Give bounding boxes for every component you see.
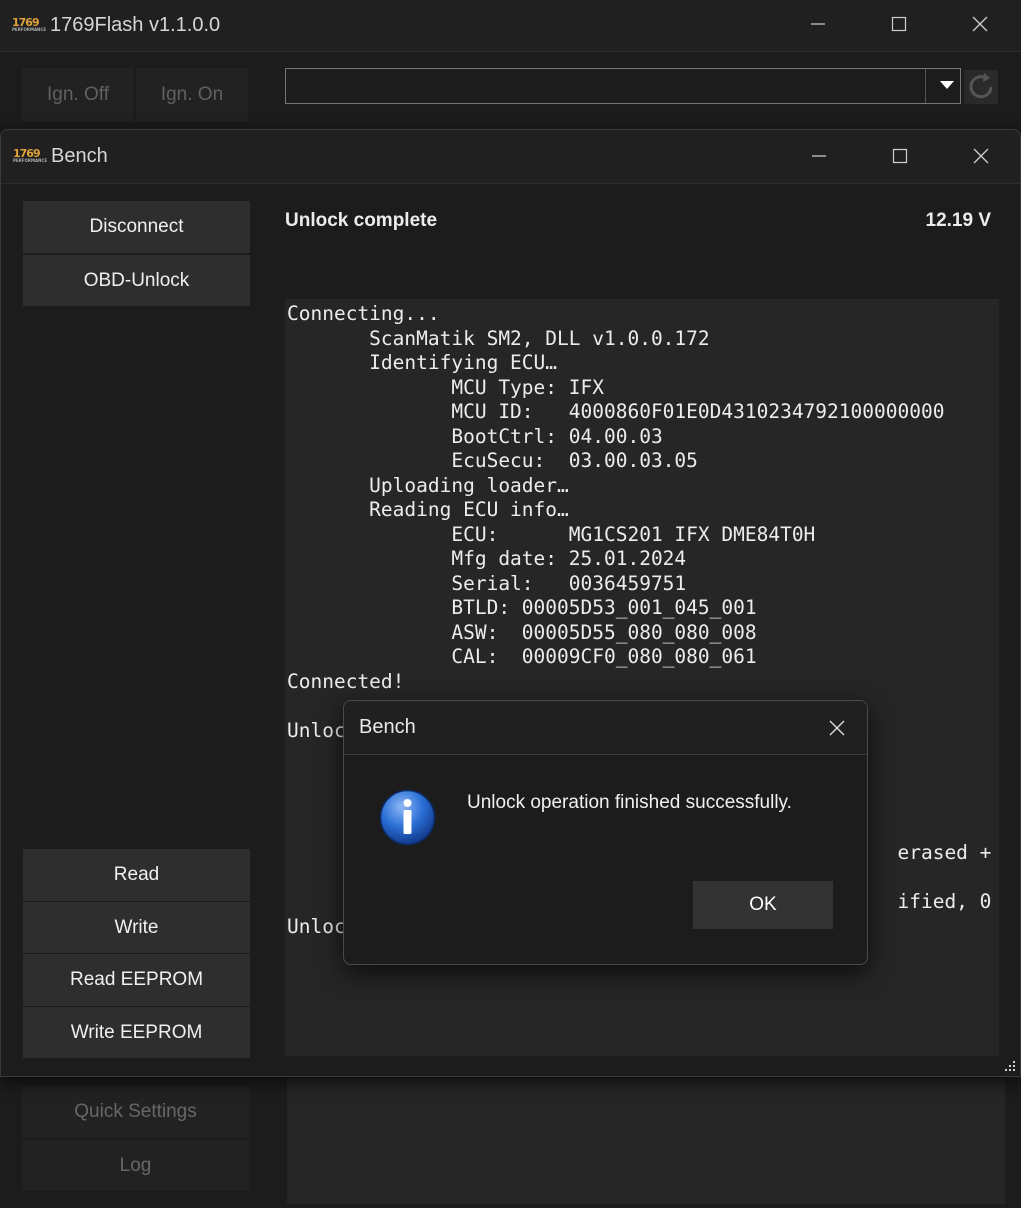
log-line: BootCtrl: 04.00.03: [287, 424, 663, 448]
ign-on-button[interactable]: Ign. On: [136, 68, 248, 122]
dialog-title: Bench: [359, 716, 416, 738]
log-line: Uploading loader…: [287, 473, 569, 497]
ok-button[interactable]: OK: [693, 881, 833, 929]
bench-titlebar[interactable]: 1769 PERFORMANCE Bench: [1, 130, 1020, 184]
refresh-icon[interactable]: [964, 70, 998, 104]
log-line: BTLD: 00005D53_001_045_001: [287, 596, 757, 619]
dialog-message: Unlock operation finished successfully.: [467, 792, 792, 813]
log-line: ScanMatik SM2, DLL v1.0.0.172: [287, 326, 710, 350]
read-eeprom-button[interactable]: Read EEPROM: [23, 954, 250, 1006]
bench-close-button[interactable]: [951, 138, 1011, 174]
bench-maximize-button[interactable]: [870, 138, 930, 174]
logo-subtext: PERFORMANCE: [12, 27, 47, 32]
log-line: EcuSecu: 03.00.03.05: [287, 449, 698, 472]
log-button[interactable]: Log: [22, 1140, 249, 1191]
device-select-divider: [925, 69, 926, 103]
ign-off-button[interactable]: Ign. Off: [22, 68, 134, 122]
main-titlebar[interactable]: 1769 PERFORMANCE 1769Flash v1.1.0.0: [0, 0, 1021, 52]
close-icon: [973, 148, 989, 164]
dropdown-arrow-icon: [940, 81, 954, 89]
quick-settings-button[interactable]: Quick Settings: [22, 1086, 249, 1138]
log-line: ECU: MG1CS201 IFX DME84T0H: [287, 522, 816, 546]
app-logo: 1769 PERFORMANCE: [13, 147, 48, 165]
maximize-button[interactable]: [869, 6, 929, 42]
maximize-icon: [892, 148, 908, 164]
log-line: Serial: 0036459751: [287, 571, 687, 595]
status-text: Unlock complete: [285, 210, 438, 231]
minimize-button[interactable]: [788, 6, 848, 42]
read-button[interactable]: Read: [23, 849, 250, 901]
log-line: Identifying ECU…: [287, 351, 558, 374]
app-logo: 1769 PERFORMANCE: [12, 16, 47, 34]
main-window-title: 1769Flash v1.1.0.0: [50, 14, 221, 36]
minimize-icon: [812, 155, 826, 157]
log-line: Connecting...: [287, 302, 440, 325]
info-icon: [379, 789, 436, 846]
disconnect-button[interactable]: Disconnect: [23, 201, 250, 253]
log-line: MCU Type: IFX: [287, 375, 604, 399]
write-eeprom-button[interactable]: Write EEPROM: [23, 1007, 250, 1058]
close-icon: [972, 16, 988, 32]
obd-unlock-button[interactable]: OBD-Unlock: [23, 255, 250, 306]
main-log-area: [287, 1078, 1005, 1204]
minimize-icon: [811, 23, 825, 25]
log-line: MCU ID: 4000860F01E0D4310234792100000000: [287, 400, 945, 423]
write-button[interactable]: Write: [23, 902, 250, 953]
close-icon: [829, 720, 845, 736]
log-line: Connected!: [287, 669, 405, 693]
close-button[interactable]: [950, 6, 1010, 42]
dialog-titlebar[interactable]: Bench: [344, 701, 867, 755]
dialog-close-button[interactable]: [817, 710, 857, 746]
resize-grip-icon[interactable]: [1002, 1059, 1016, 1073]
logo-subtext: PERFORMANCE: [13, 158, 48, 163]
log-line: Mfg date: 25.01.2024: [287, 547, 687, 570]
log-line: ASW: 00005D55_080_080_008: [287, 620, 757, 644]
maximize-icon: [891, 16, 907, 32]
log-line: Reading ECU info…: [287, 498, 569, 521]
message-dialog: Bench Unlock operation finished successf…: [343, 700, 868, 965]
voltage-readout: 12.19 V: [925, 210, 992, 231]
log-line: CAL: 00009CF0_080_080_061: [287, 645, 757, 668]
bench-window-title: Bench: [51, 145, 108, 167]
bench-minimize-button[interactable]: [789, 138, 849, 174]
device-select[interactable]: [285, 68, 961, 104]
